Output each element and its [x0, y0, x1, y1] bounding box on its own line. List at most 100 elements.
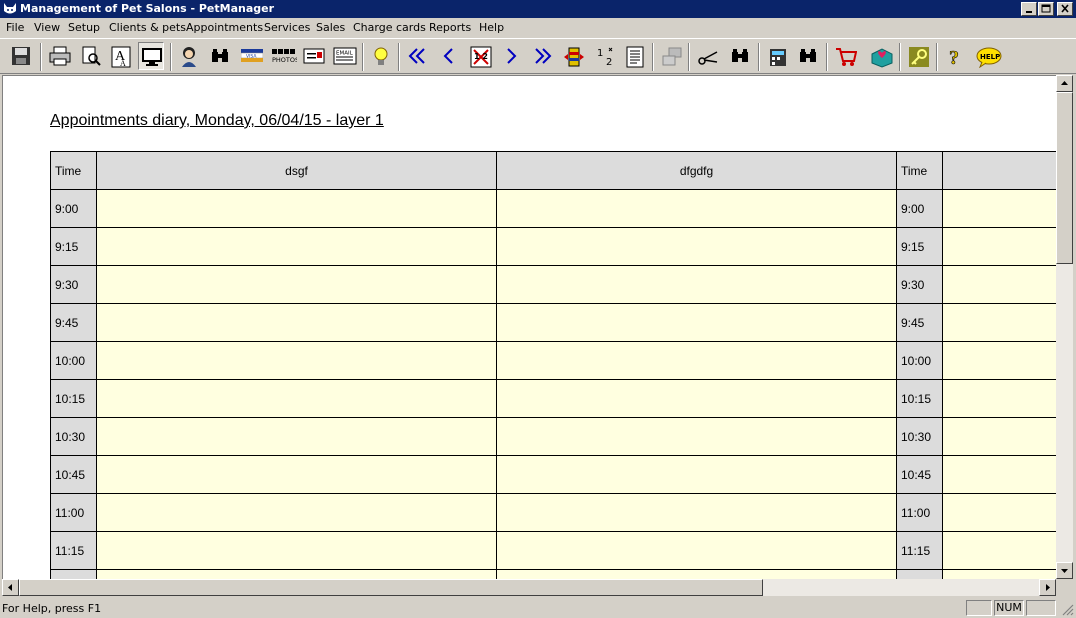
appointment-slot[interactable]	[942, 531, 1056, 570]
appointment-slot[interactable]	[496, 531, 896, 570]
appointment-slot[interactable]	[496, 189, 896, 228]
menu-clients-pets[interactable]: Clients & pets	[109, 21, 186, 35]
numbering-button[interactable]: 12	[592, 42, 618, 70]
print-preview-button[interactable]	[78, 42, 104, 70]
binoculars-button[interactable]	[207, 42, 233, 70]
appointment-slot[interactable]	[96, 531, 496, 570]
appointment-slot[interactable]	[96, 493, 496, 532]
appointment-slot[interactable]	[96, 379, 496, 418]
appointment-slot[interactable]	[96, 303, 496, 342]
network-button[interactable]	[658, 42, 684, 70]
email-button[interactable]: EMAIL	[330, 42, 357, 70]
lightbulb-button[interactable]	[368, 42, 394, 70]
calendar-button[interactable]: 1 2	[467, 42, 493, 70]
font-button[interactable]: AA	[108, 42, 134, 70]
maximize-button[interactable]	[1038, 2, 1054, 16]
layers-button[interactable]	[560, 42, 586, 70]
resize-grip-icon[interactable]	[1060, 602, 1074, 616]
appointment-slot[interactable]	[496, 341, 896, 380]
monitor-button[interactable]	[138, 42, 164, 70]
scroll-left-button[interactable]	[2, 579, 19, 596]
toolbar-separator	[398, 43, 400, 71]
appointment-slot[interactable]	[96, 227, 496, 266]
help-button[interactable]: HELP	[973, 42, 1002, 70]
appointment-slot[interactable]	[496, 493, 896, 532]
appointment-slot[interactable]	[942, 341, 1056, 380]
menu-setup[interactable]: Setup	[68, 21, 100, 35]
next-button[interactable]	[498, 42, 524, 70]
menu-reports[interactable]: Reports	[429, 21, 471, 35]
appointment-slot[interactable]	[942, 455, 1056, 494]
appointment-slot[interactable]	[496, 265, 896, 304]
first-button[interactable]	[404, 42, 430, 70]
question-button[interactable]: ?	[942, 42, 968, 70]
appointment-slot[interactable]	[942, 569, 1056, 579]
cart-button[interactable]	[832, 42, 858, 70]
appointment-slot[interactable]	[496, 227, 896, 266]
groomer-column-header[interactable]: dsgf	[96, 151, 496, 190]
appointment-slot[interactable]	[96, 189, 496, 228]
appointment-slot[interactable]	[96, 569, 496, 579]
menu-file[interactable]: File	[6, 21, 24, 35]
time-label: 10:00	[896, 341, 942, 380]
find-next-button[interactable]	[795, 42, 821, 70]
appointment-slot[interactable]	[942, 417, 1056, 456]
time-label: 11:15	[50, 531, 96, 570]
svg-text:HELP: HELP	[980, 53, 1000, 61]
gift-button[interactable]	[867, 42, 893, 70]
groomer-column-header[interactable]: dfgdfg	[496, 151, 896, 190]
appointment-slot[interactable]	[942, 303, 1056, 342]
appointment-slot[interactable]	[496, 455, 896, 494]
groomer-column-header[interactable]	[942, 151, 1056, 190]
appointment-slot[interactable]	[942, 493, 1056, 532]
document-button[interactable]	[622, 42, 648, 70]
scroll-down-button[interactable]	[1056, 562, 1073, 579]
close-button[interactable]	[1057, 2, 1073, 16]
menu-services[interactable]: Services	[264, 21, 310, 35]
card-button[interactable]	[300, 42, 326, 70]
menu-view[interactable]: View	[34, 21, 60, 35]
scissors-button[interactable]	[694, 42, 720, 70]
minimize-button[interactable]	[1021, 2, 1037, 16]
vertical-scroll-thumb[interactable]	[1056, 92, 1073, 264]
last-button[interactable]	[530, 42, 556, 70]
appointment-slot[interactable]	[942, 227, 1056, 266]
menu-appointments[interactable]: Appointments	[186, 21, 263, 35]
appointment-slot[interactable]	[496, 303, 896, 342]
menu-sales[interactable]: Sales	[316, 21, 345, 35]
appointment-slot[interactable]	[942, 189, 1056, 228]
time-label	[50, 569, 96, 579]
appointment-slot[interactable]	[96, 341, 496, 380]
appointment-slot[interactable]	[96, 455, 496, 494]
scroll-right-button[interactable]	[1039, 579, 1056, 596]
appointment-slot[interactable]	[496, 417, 896, 456]
horizontal-scroll-thumb[interactable]	[19, 579, 763, 596]
time-label: 9:00	[896, 189, 942, 228]
time-label: 10:45	[896, 455, 942, 494]
print-button[interactable]	[46, 42, 72, 70]
prev-button[interactable]	[436, 42, 462, 70]
vertical-scrollbar[interactable]	[1056, 75, 1073, 579]
window-title: Management of Pet Salons - PetManager	[20, 2, 275, 15]
appointment-slot[interactable]	[496, 569, 896, 579]
photos-button[interactable]: PHOTOS	[268, 42, 297, 70]
key-button[interactable]	[905, 42, 931, 70]
numbering-icon: 12	[597, 47, 612, 68]
appointment-slot[interactable]	[96, 265, 496, 304]
scroll-up-button[interactable]	[1056, 75, 1073, 92]
appointment-slot[interactable]	[942, 379, 1056, 418]
toolbar-separator	[170, 43, 172, 71]
client-button[interactable]	[176, 42, 202, 70]
menu-charge-cards[interactable]: Charge cards	[353, 21, 426, 35]
menu-help[interactable]: Help	[479, 21, 504, 35]
save-button[interactable]	[8, 42, 34, 70]
appointment-slot[interactable]	[496, 379, 896, 418]
register-button[interactable]	[764, 42, 790, 70]
calendar-icon: 1 2	[470, 46, 492, 68]
app-window: Management of Pet Salons - PetManager Fi…	[0, 0, 1076, 618]
visa-card-button[interactable]: VISA	[238, 42, 264, 70]
appointment-slot[interactable]	[942, 265, 1056, 304]
find-button[interactable]	[727, 42, 753, 70]
appointment-slot[interactable]	[96, 417, 496, 456]
horizontal-scrollbar[interactable]	[2, 579, 1056, 596]
